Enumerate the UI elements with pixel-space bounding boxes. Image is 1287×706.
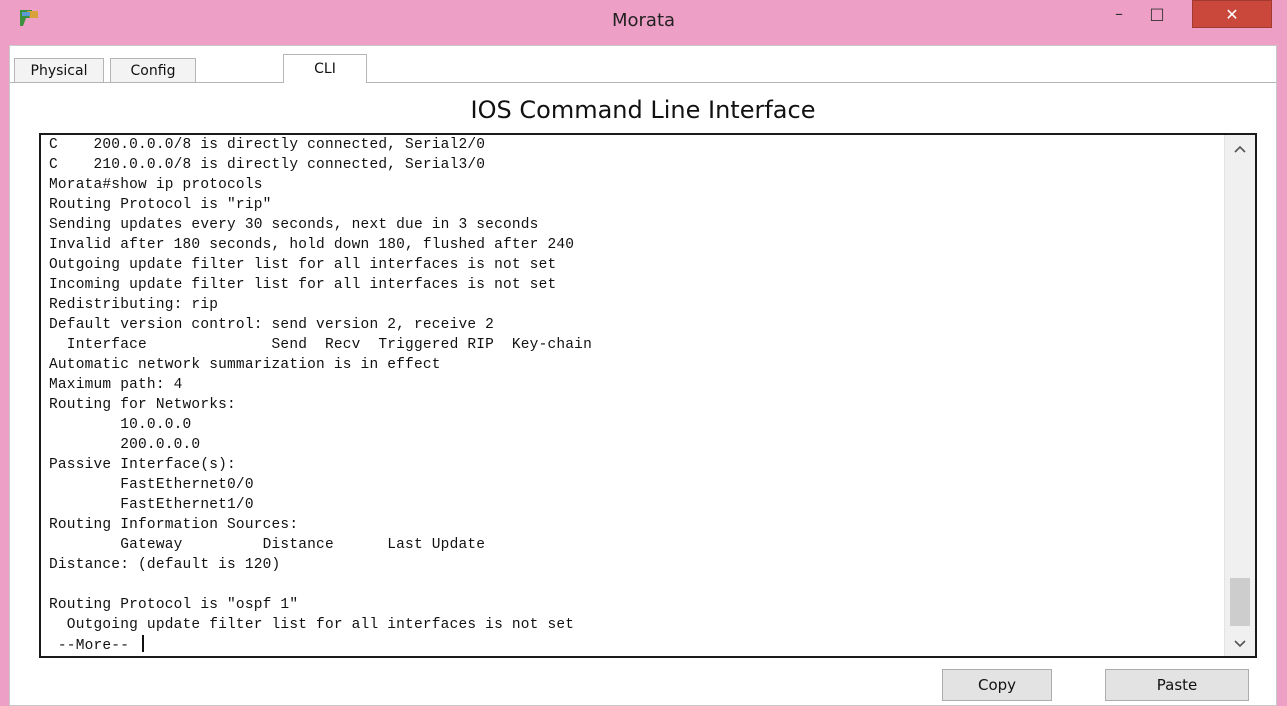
terminal-scrollbar[interactable] <box>1224 135 1255 656</box>
close-icon: ✕ <box>1225 4 1239 24</box>
chevron-down-icon <box>1234 640 1246 648</box>
scroll-down-button[interactable] <box>1225 634 1255 654</box>
tab-config[interactable]: Config <box>110 58 196 82</box>
terminal-line: --More-- <box>49 635 592 655</box>
cli-terminal[interactable]: C 200.0.0.0/8 is directly connected, Ser… <box>39 133 1257 658</box>
terminal-line: Incoming update filter list for all inte… <box>49 277 557 293</box>
window-frame: Morata – □ ✕ Physical Config CLI IOS Com… <box>0 0 1287 706</box>
cli-heading: IOS Command Line Interface <box>470 96 816 124</box>
tab-bar: Physical Config CLI <box>10 54 1276 83</box>
scroll-thumb[interactable] <box>1230 578 1250 626</box>
window-title: Morata <box>611 10 676 31</box>
chevron-up-icon <box>1234 145 1246 153</box>
copy-button[interactable]: Copy <box>942 669 1052 701</box>
terminal-line: Morata#show ip protocols <box>49 177 263 193</box>
terminal-line: Automatic network summarization is in ef… <box>49 357 441 373</box>
terminal-line: Routing for Networks: <box>49 397 236 413</box>
minimize-icon: – <box>1115 3 1123 23</box>
terminal-line: Routing Protocol is "ospf 1" <box>49 597 299 613</box>
terminal-line: C 210.0.0.0/8 is directly connected, Ser… <box>49 157 486 173</box>
terminal-line: Default version control: send version 2,… <box>49 317 495 333</box>
terminal-line: Outgoing update filter list for all inte… <box>49 617 575 633</box>
tab-cli[interactable]: CLI <box>283 54 367 83</box>
title-bar[interactable]: Morata – □ ✕ <box>0 0 1287 40</box>
terminal-line: Sending updates every 30 seconds, next d… <box>49 217 539 233</box>
terminal-line: Outgoing update filter list for all inte… <box>49 257 557 273</box>
terminal-line: Interface Send Recv Triggered RIP Key-ch… <box>49 337 592 353</box>
terminal-line: Invalid after 180 seconds, hold down 180… <box>49 237 575 253</box>
terminal-line: 10.0.0.0 <box>49 417 192 433</box>
device-panel: Physical Config CLI IOS Command Line Int… <box>9 45 1277 706</box>
scroll-up-button[interactable] <box>1225 139 1255 159</box>
terminal-line: FastEthernet1/0 <box>49 497 254 513</box>
maximize-icon: □ <box>1149 3 1165 23</box>
minimize-button[interactable]: – <box>1102 0 1136 26</box>
terminal-line: Routing Information Sources: <box>49 517 299 533</box>
terminal-line: Routing Protocol is "rip" <box>49 197 272 213</box>
terminal-line: 200.0.0.0 <box>49 437 201 453</box>
maximize-button[interactable]: □ <box>1140 0 1174 26</box>
paste-button[interactable]: Paste <box>1105 669 1249 701</box>
terminal-line: Passive Interface(s): <box>49 457 236 473</box>
terminal-line: C 200.0.0.0/8 is directly connected, Ser… <box>49 137 486 153</box>
terminal-line: Distance: (default is 120) <box>49 557 281 573</box>
terminal-line: Redistributing: rip <box>49 297 219 313</box>
terminal-output: C 200.0.0.0/8 is directly connected, Ser… <box>49 135 592 655</box>
text-cursor <box>142 635 145 652</box>
tab-physical[interactable]: Physical <box>14 58 104 82</box>
terminal-line: Gateway Distance Last Update <box>49 537 486 553</box>
terminal-line: Maximum path: 4 <box>49 377 183 393</box>
close-button[interactable]: ✕ <box>1192 0 1272 28</box>
terminal-line: FastEthernet0/0 <box>49 477 254 493</box>
